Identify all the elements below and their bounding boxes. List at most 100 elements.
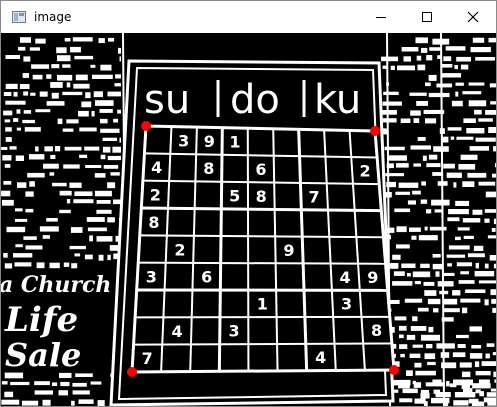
newspaper-text-fragment xyxy=(107,91,121,97)
newspaper-text-fragment xyxy=(91,111,95,117)
newspaper-text-fragment xyxy=(103,165,119,169)
newspaper-text-fragment xyxy=(54,146,61,152)
newspaper-text-fragment xyxy=(425,82,431,87)
newspaper-text-fragment xyxy=(427,361,436,366)
newspaper-text-fragment xyxy=(60,381,70,387)
close-button[interactable] xyxy=(450,1,496,33)
newspaper-text-fragment xyxy=(4,119,11,123)
newspaper-text-fragment xyxy=(478,379,490,384)
newspaper-text-fragment xyxy=(401,47,419,52)
newspaper-text-fragment xyxy=(491,228,496,232)
newspaper-text-fragment xyxy=(410,145,431,150)
newspaper-text-fragment xyxy=(437,281,454,287)
newspaper-text-fragment xyxy=(396,244,410,249)
newspaper-text-fragment xyxy=(382,101,402,106)
newspaper-text-fragment xyxy=(398,325,407,331)
newspaper-text-fragment xyxy=(456,136,474,140)
newspaper-text-fragment xyxy=(74,55,94,60)
maximize-button[interactable] xyxy=(404,1,450,33)
newspaper-text-fragment xyxy=(39,226,59,232)
newspaper-text-fragment xyxy=(412,271,431,278)
sudoku-digit: 1 xyxy=(257,295,268,314)
newspaper-text-fragment xyxy=(452,290,461,296)
sudoku-digit: 4 xyxy=(172,322,183,341)
newspaper-text-fragment xyxy=(431,199,450,206)
thresholded-newspaper-image: su do ku 3 9 14 8 6 22 5 8 782 93 6 4 91 34 3 87 4 a Chu… xyxy=(1,33,496,406)
newspaper-text-fragment xyxy=(492,173,496,178)
newspaper-text-fragment xyxy=(63,164,80,169)
newspaper-text-fragment xyxy=(2,199,14,206)
newspaper-text-fragment xyxy=(389,300,400,304)
newspaper-text-fragment xyxy=(415,370,436,376)
newspaper-text-fragment xyxy=(29,47,40,51)
newspaper-text-fragment xyxy=(413,382,422,388)
newspaper-text-fragment xyxy=(64,146,82,151)
newspaper-text-fragment xyxy=(42,235,50,239)
newspaper-text-fragment xyxy=(112,146,121,153)
sudoku-digit: 8 xyxy=(148,213,159,232)
title-bar[interactable]: image xyxy=(1,1,496,33)
newspaper-text-fragment xyxy=(72,382,87,387)
sudoku-digit: 2 xyxy=(360,162,371,181)
newspaper-text-fragment xyxy=(102,137,117,141)
newspaper-text-fragment xyxy=(443,272,455,276)
newspaper-text-fragment xyxy=(433,308,439,313)
newspaper-text-fragment xyxy=(10,381,30,386)
newspaper-text-fragment xyxy=(443,163,455,169)
sudoku-digit: 5 xyxy=(229,187,240,206)
newspaper-text-fragment xyxy=(451,100,463,107)
newspaper-text-fragment xyxy=(59,209,71,214)
newspaper-text-fragment xyxy=(469,146,489,151)
newspaper-text-fragment xyxy=(5,55,20,59)
newspaper-text-fragment xyxy=(23,236,37,240)
newspaper-text-fragment xyxy=(467,172,487,178)
newspaper-text-fragment xyxy=(115,74,121,79)
newspaper-text-fragment xyxy=(100,154,106,160)
newspaper-text-fragment xyxy=(57,118,63,125)
newspaper-text-fragment xyxy=(63,262,70,267)
sudoku-digit: 1 xyxy=(229,133,240,152)
newspaper-text-fragment xyxy=(420,263,430,268)
heading-su: su xyxy=(144,77,190,123)
image-canvas[interactable]: su do ku 3914862258782936491343874 a Chu… xyxy=(1,33,496,406)
newspaper-text-fragment xyxy=(488,127,496,133)
newspaper-text-fragment xyxy=(423,401,428,406)
newspaper-text-fragment xyxy=(85,92,91,99)
newspaper-text-fragment xyxy=(474,109,482,115)
newspaper-text-fragment xyxy=(493,218,496,225)
newspaper-text-fragment xyxy=(399,398,413,403)
newspaper-text-fragment xyxy=(428,92,450,98)
newspaper-text-fragment xyxy=(398,383,410,389)
newspaper-text-fragment xyxy=(62,64,71,68)
heading-ku: ku xyxy=(314,77,361,123)
newspaper-text-fragment xyxy=(412,344,423,348)
newspaper-text-fragment xyxy=(36,262,45,269)
newspaper-text-fragment xyxy=(25,245,43,250)
newspaper-text-fragment xyxy=(114,83,121,87)
newspaper-text-fragment xyxy=(107,217,115,223)
corner-marker-bottom-left xyxy=(127,367,137,377)
newspaper-text-fragment xyxy=(396,163,409,168)
newspaper-text-fragment xyxy=(411,235,417,240)
corner-marker-top-left xyxy=(141,121,151,131)
sudoku-digit: 2 xyxy=(150,186,161,205)
newspaper-text-fragment xyxy=(469,353,483,359)
newspaper-text-fragment xyxy=(453,182,457,188)
newspaper-text-fragment xyxy=(410,326,427,331)
newspaper-text-fragment xyxy=(46,101,65,106)
newspaper-text-fragment xyxy=(25,191,34,197)
newspaper-text-fragment xyxy=(455,200,470,206)
newspaper-text-fragment xyxy=(49,262,60,269)
newspaper-text-fragment xyxy=(417,307,429,312)
newspaper-text-fragment xyxy=(454,65,458,70)
newspaper-text-fragment xyxy=(89,235,93,242)
newspaper-text-fragment xyxy=(98,38,105,44)
newspaper-text-fragment xyxy=(44,146,53,152)
newspaper-text-fragment xyxy=(475,262,479,269)
minimize-button[interactable] xyxy=(358,1,404,33)
newspaper-text-fragment xyxy=(406,370,413,376)
newspaper-text-fragment xyxy=(96,209,112,214)
newspaper-text-fragment xyxy=(70,227,83,233)
newspaper-text-fragment xyxy=(459,362,472,368)
newspaper-text-fragment xyxy=(413,163,421,167)
